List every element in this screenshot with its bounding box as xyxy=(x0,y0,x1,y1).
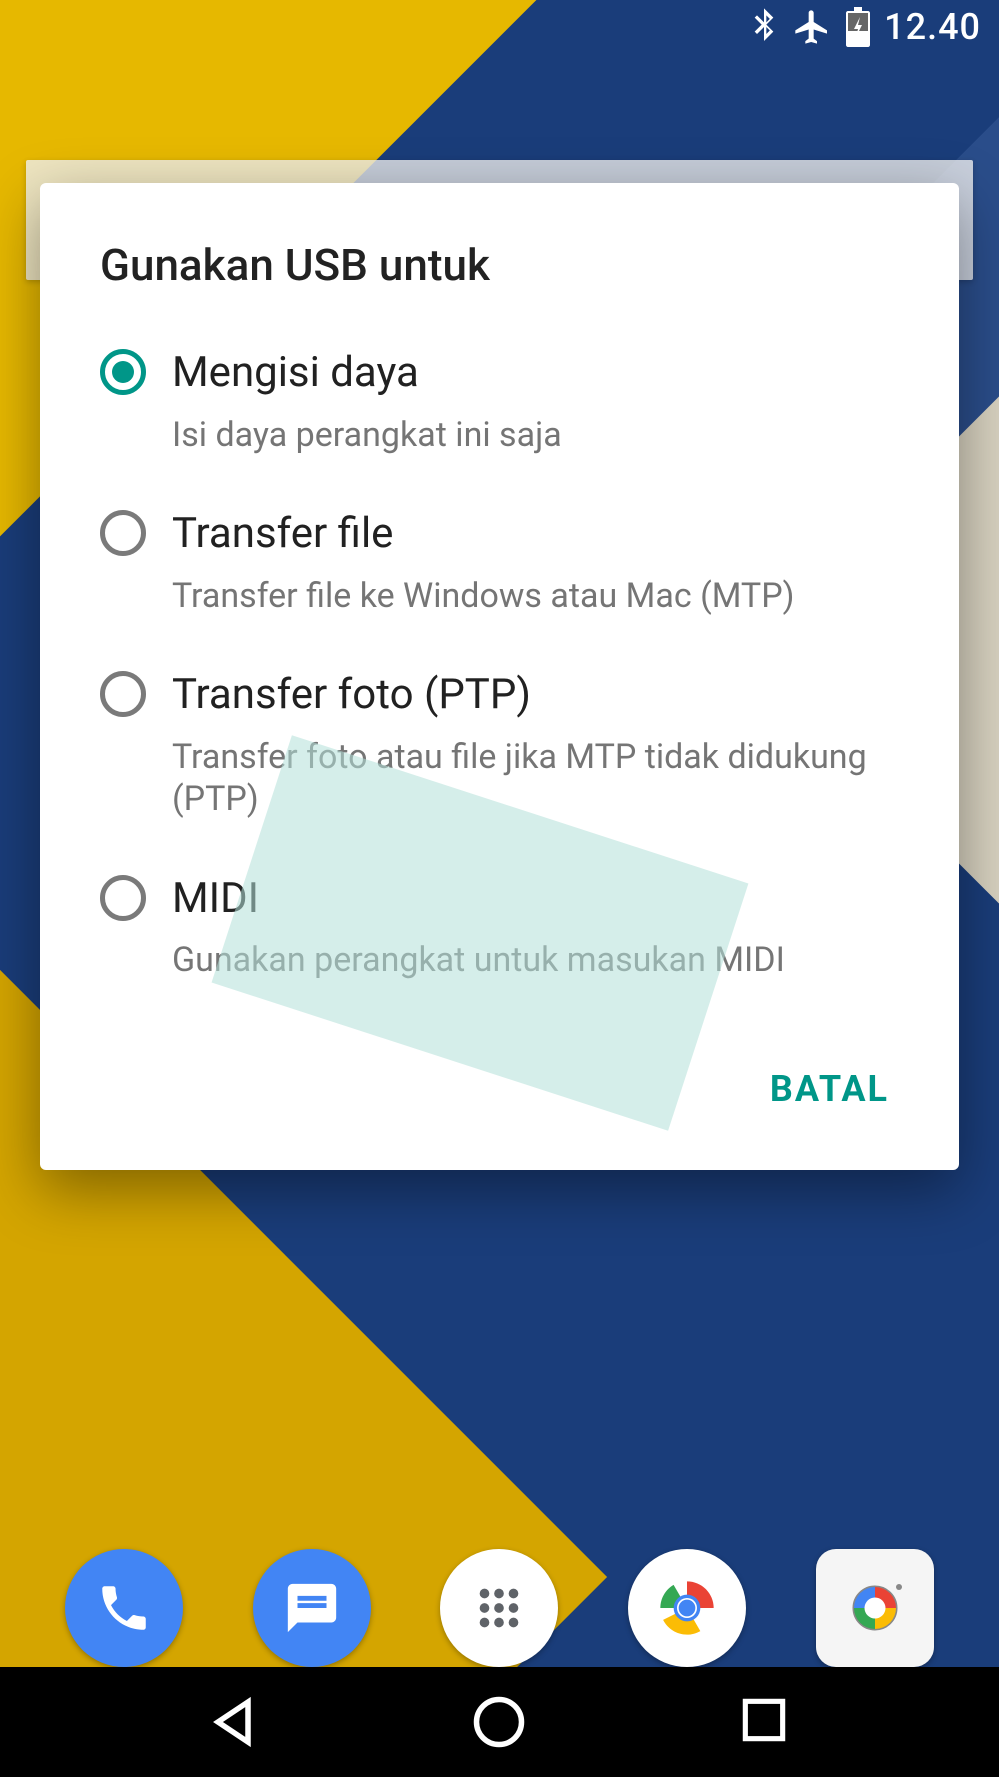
option-desc: Isi daya perangkat ini saja xyxy=(172,414,899,457)
camera-app-icon[interactable] xyxy=(816,1549,934,1667)
option-midi[interactable]: MIDI Gunakan perangkat untuk masukan MID… xyxy=(40,847,959,1008)
back-button[interactable] xyxy=(203,1692,263,1752)
home-button[interactable] xyxy=(469,1692,529,1752)
option-label: MIDI xyxy=(172,873,899,926)
dock xyxy=(0,1549,999,1667)
option-label: Transfer file xyxy=(172,508,899,561)
option-desc: Gunakan perangkat untuk masukan MIDI xyxy=(172,939,899,982)
radio-icon xyxy=(100,349,146,395)
dialog-overlay: Gunakan USB untuk Mengisi daya Isi daya … xyxy=(0,0,999,1777)
dialog-title: Gunakan USB untuk xyxy=(40,183,959,321)
recents-button[interactable] xyxy=(736,1692,796,1752)
radio-icon xyxy=(100,875,146,921)
cancel-button[interactable]: BATAL xyxy=(740,1048,919,1130)
navigation-bar xyxy=(0,1667,999,1777)
option-transfer-file[interactable]: Transfer file Transfer file ke Windows a… xyxy=(40,482,959,643)
radio-icon xyxy=(100,671,146,717)
usb-dialog: Gunakan USB untuk Mengisi daya Isi daya … xyxy=(40,183,959,1170)
phone-app-icon[interactable] xyxy=(65,1549,183,1667)
app-drawer-icon[interactable] xyxy=(440,1549,558,1667)
messages-app-icon[interactable] xyxy=(253,1549,371,1667)
option-label: Transfer foto (PTP) xyxy=(172,669,899,722)
option-transfer-photo[interactable]: Transfer foto (PTP) Transfer foto atau f… xyxy=(40,643,959,847)
radio-icon xyxy=(100,510,146,556)
usb-options-list: Mengisi daya Isi daya perangkat ini saja… xyxy=(40,321,959,1028)
option-desc: Transfer foto atau file jika MTP tidak d… xyxy=(172,736,899,821)
option-charging[interactable]: Mengisi daya Isi daya perangkat ini saja xyxy=(40,321,959,482)
option-label: Mengisi daya xyxy=(172,347,899,400)
option-desc: Transfer file ke Windows atau Mac (MTP) xyxy=(172,575,899,618)
chrome-app-icon[interactable] xyxy=(628,1549,746,1667)
